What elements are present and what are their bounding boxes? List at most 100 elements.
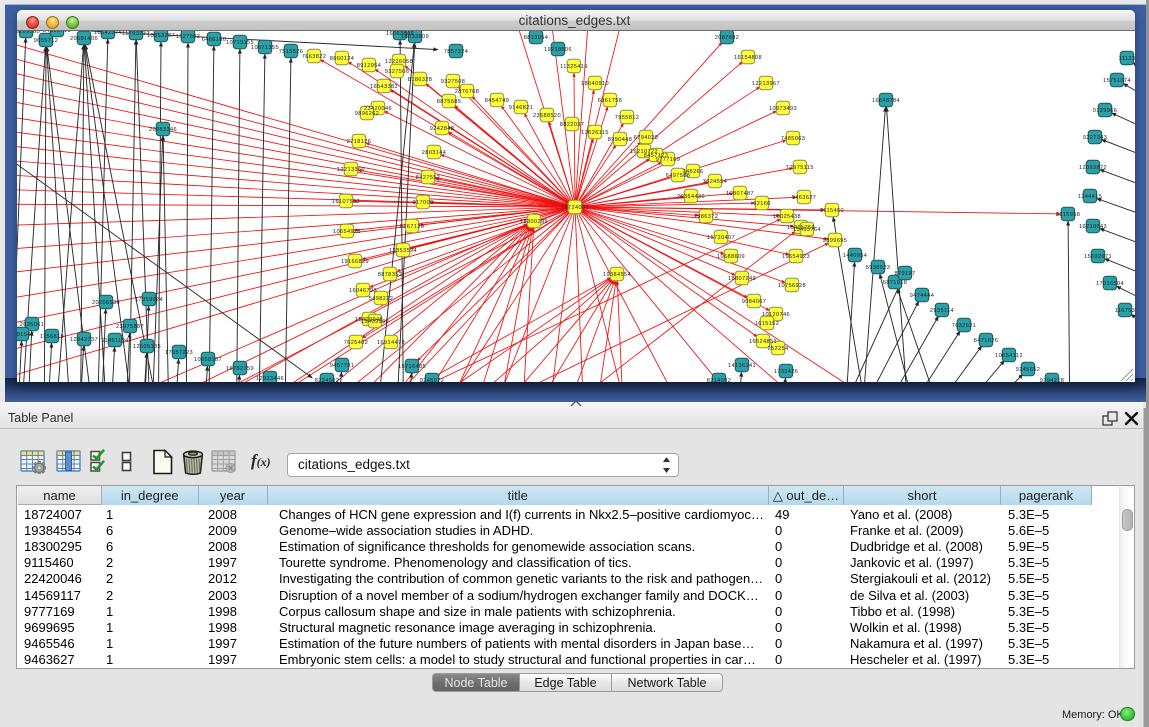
- svg-text:12093872: 12093872: [1079, 165, 1107, 171]
- svg-text:7632621: 7632621: [952, 323, 977, 329]
- svg-text:12505135: 12505135: [133, 344, 161, 350]
- svg-text:16210643: 16210643: [1079, 224, 1107, 230]
- svg-text:16154808: 16154808: [734, 55, 762, 61]
- svg-text:9146821: 9146821: [509, 105, 534, 111]
- svg-text:9474444: 9474444: [910, 293, 935, 299]
- svg-text:10719155: 10719155: [226, 40, 254, 46]
- svg-text:62160: 62160: [753, 201, 771, 207]
- svg-text:18724007: 18724007: [561, 205, 589, 211]
- svg-text:9115460: 9115460: [820, 208, 844, 214]
- svg-text:8813054: 8813054: [524, 35, 549, 41]
- svg-text:16543382: 16543382: [370, 84, 398, 90]
- svg-text:10807487: 10807487: [726, 191, 754, 197]
- svg-text:8990448: 8990448: [608, 137, 633, 143]
- svg-text:16914479: 16914479: [377, 340, 405, 346]
- svg-text:12942737: 12942737: [70, 337, 98, 343]
- svg-text:8427552: 8427552: [416, 175, 441, 181]
- svg-text:12923446: 12923446: [256, 376, 284, 382]
- svg-text:10654112: 10654112: [995, 353, 1023, 359]
- svg-text:9327508: 9327508: [441, 79, 466, 85]
- svg-text:19218506: 19218506: [544, 47, 572, 53]
- svg-text:15495764: 15495764: [793, 227, 821, 233]
- svg-text:11123: 11123: [1119, 56, 1135, 62]
- svg-text:10958107: 10958107: [194, 357, 222, 363]
- svg-text:15692971: 15692971: [1084, 254, 1112, 260]
- svg-text:9777169: 9777169: [656, 157, 681, 163]
- svg-text:15409949: 15409949: [361, 319, 389, 325]
- svg-text:23588520: 23588520: [533, 113, 561, 119]
- svg-text:8224502: 8224502: [315, 378, 340, 382]
- svg-text:9227343: 9227343: [1083, 135, 1108, 141]
- svg-text:917006: 917006: [412, 200, 433, 206]
- svg-text:16542374: 16542374: [94, 31, 122, 36]
- svg-text:12353594: 12353594: [389, 248, 417, 254]
- svg-text:10671355: 10671355: [251, 45, 279, 51]
- svg-text:8214502: 8214502: [707, 378, 732, 382]
- svg-text:5498222: 5498222: [369, 296, 394, 302]
- svg-text:12226058: 12226058: [385, 59, 413, 65]
- svg-text:18807249: 18807249: [728, 276, 756, 282]
- svg-text:11451194: 11451194: [101, 338, 128, 344]
- svg-text:9245652: 9245652: [1016, 367, 1041, 373]
- svg-text:252254: 252254: [767, 346, 788, 352]
- svg-text:12975115: 12975115: [786, 165, 814, 171]
- svg-text:8454749: 8454749: [485, 98, 510, 104]
- svg-text:1391547: 1391547: [17, 332, 34, 338]
- svg-text:116753: 116753: [1115, 308, 1135, 314]
- svg-text:19166829: 19166829: [341, 259, 369, 265]
- svg-text:8660124: 8660124: [330, 56, 355, 62]
- svg-text:10025438: 10025438: [773, 214, 801, 220]
- svg-text:9794218: 9794218: [1040, 378, 1065, 382]
- svg-text:18300295: 18300295: [520, 219, 548, 225]
- svg-text:11325419: 11325419: [560, 64, 588, 70]
- svg-text:8875685: 8875685: [437, 99, 462, 105]
- svg-text:6466160: 6466160: [202, 37, 227, 43]
- svg-text:20053346: 20053346: [149, 127, 177, 133]
- svg-text:1527602: 1527602: [176, 34, 201, 40]
- svg-text:879197: 879197: [894, 271, 915, 277]
- svg-text:1615152: 1615152: [755, 321, 780, 327]
- svg-text:26269500: 26269500: [17, 31, 40, 35]
- svg-text:10654925: 10654925: [333, 229, 361, 235]
- svg-text:10756928: 10756928: [778, 283, 806, 289]
- svg-text:2803144: 2803144: [422, 150, 447, 156]
- svg-text:7857224: 7857224: [444, 49, 469, 55]
- svg-text:16107553: 16107553: [332, 199, 360, 205]
- svg-text:16648784: 16648784: [872, 98, 900, 104]
- svg-text:9899695: 9899695: [823, 238, 848, 244]
- svg-text:17957223: 17957223: [165, 350, 193, 356]
- svg-text:9463627: 9463627: [792, 195, 817, 201]
- svg-text:17016504: 17016504: [1096, 281, 1124, 287]
- svg-text:9896262: 9896262: [355, 111, 380, 117]
- svg-text:8822037: 8822037: [560, 122, 585, 128]
- svg-text:746266: 746266: [682, 169, 703, 175]
- svg-text:10853287: 10853287: [147, 33, 175, 39]
- svg-text:6871918: 6871918: [883, 280, 908, 286]
- svg-text:10688609: 10688609: [717, 254, 745, 260]
- svg-text:9055712: 9055712: [34, 38, 59, 44]
- svg-text:1440954: 1440954: [843, 253, 868, 259]
- svg-text:1733426: 1733426: [774, 369, 799, 375]
- svg-text:7955812: 7955812: [615, 115, 640, 121]
- svg-text:9457791: 9457791: [330, 363, 355, 369]
- svg-text:2876768: 2876768: [455, 89, 480, 95]
- svg-text:8186328: 8186328: [408, 77, 433, 83]
- svg-text:10120746: 10120746: [762, 312, 790, 318]
- svg-text:20206536: 20206536: [92, 300, 120, 306]
- svg-text:18640910: 18640910: [581, 81, 609, 87]
- svg-text:7485063: 7485063: [781, 136, 806, 142]
- svg-text:15716485: 15716485: [398, 364, 426, 370]
- svg-text:6961758: 6961758: [598, 98, 623, 104]
- svg-text:8267130: 8267130: [400, 224, 425, 230]
- svg-text:7515526: 7515526: [279, 49, 304, 55]
- svg-text:14136141: 14136141: [728, 363, 756, 369]
- svg-text:9242848: 9242848: [430, 126, 455, 132]
- svg-text:19384554: 19384554: [603, 272, 631, 278]
- svg-text:12213967: 12213967: [752, 81, 780, 87]
- svg-text:15751074: 15751074: [1103, 78, 1131, 84]
- svg-text:1156819: 1156819: [40, 334, 64, 340]
- svg-text:9084067: 9084067: [742, 299, 767, 305]
- svg-text:2635061: 2635061: [20, 322, 45, 328]
- svg-text:9327506: 9327506: [385, 69, 410, 75]
- svg-text:16782759: 16782759: [226, 366, 254, 372]
